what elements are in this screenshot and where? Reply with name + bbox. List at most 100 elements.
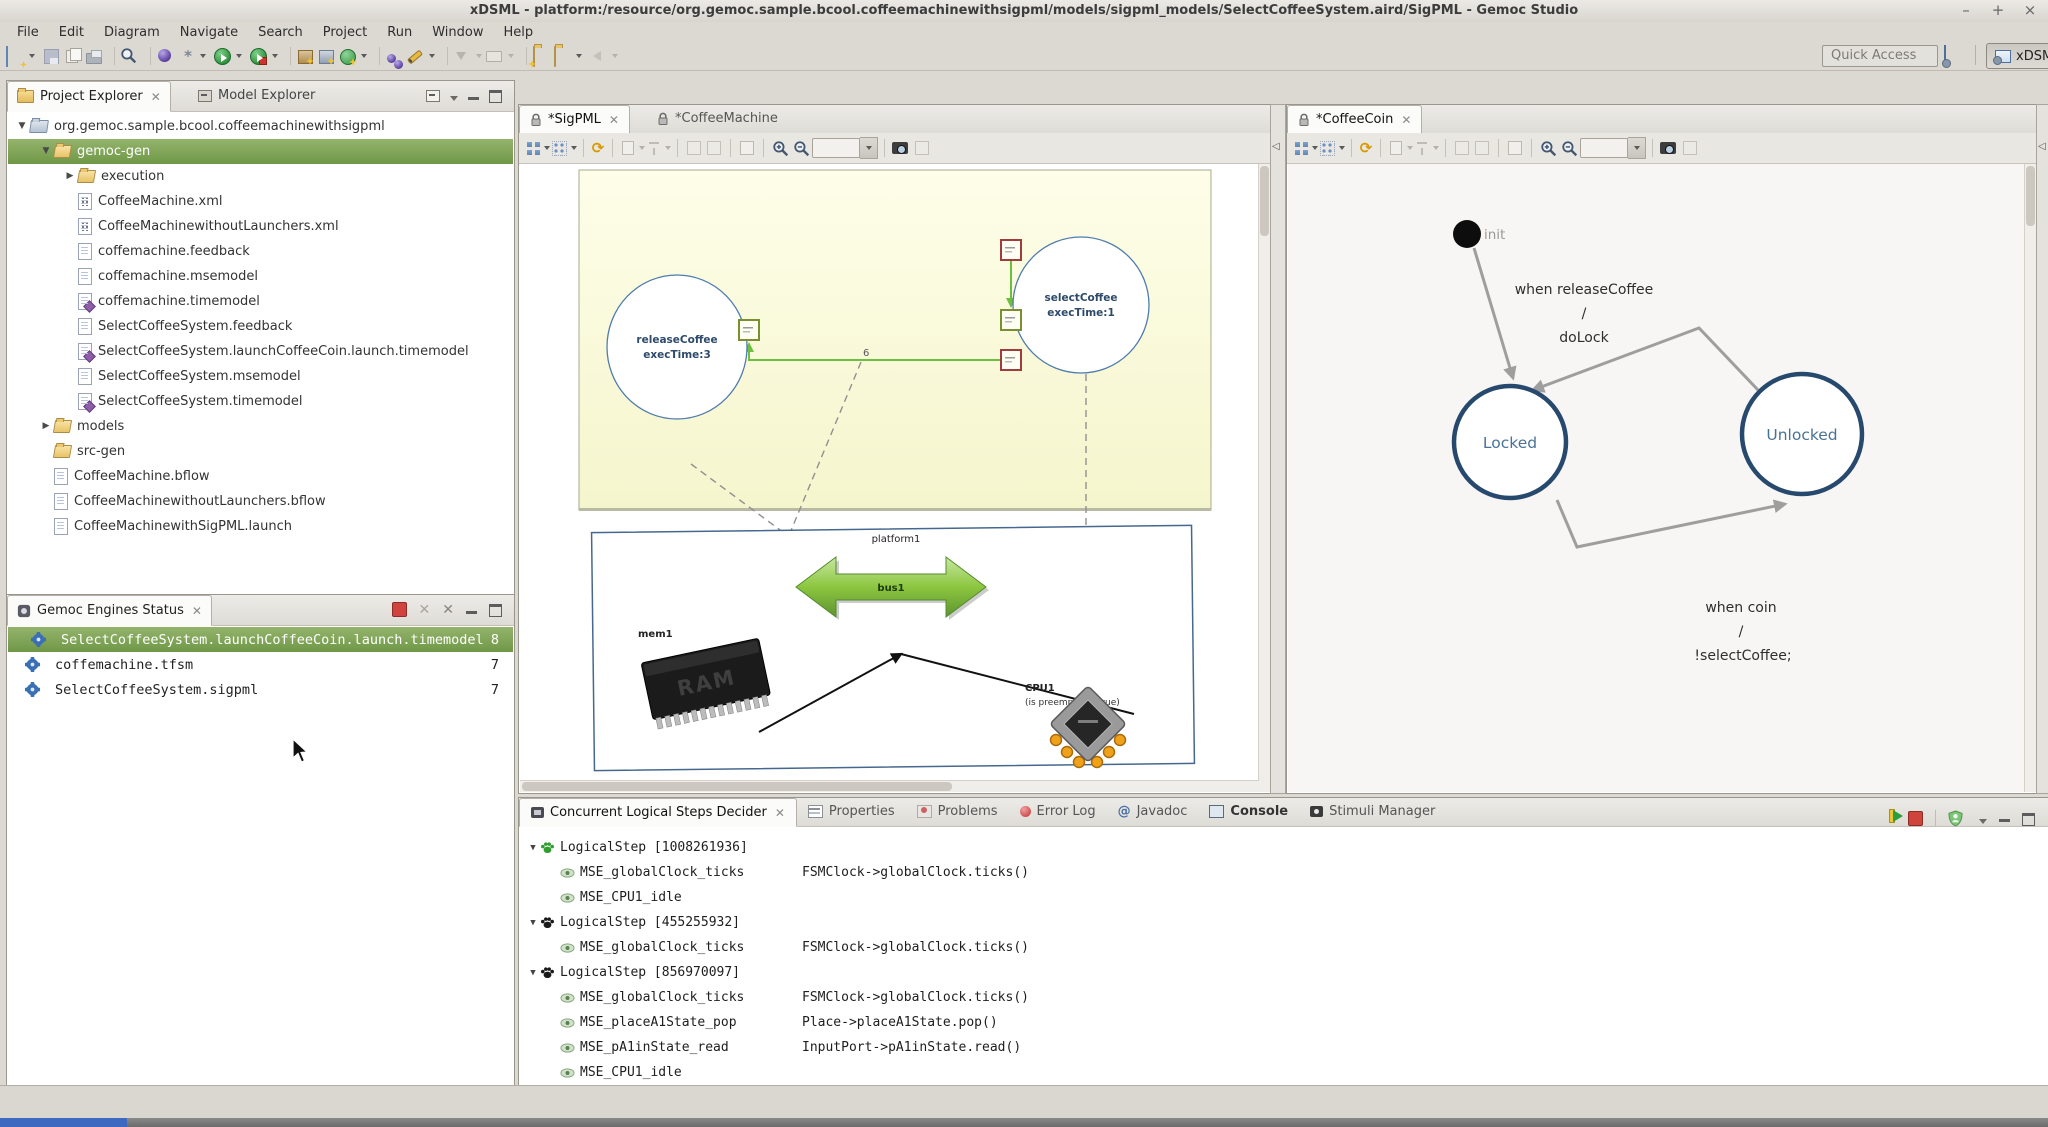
quick-access-input[interactable]: Quick Access	[1822, 45, 1938, 67]
mse-row[interactable]: MSE_pA1inState_readInputPort->pA1inState…	[520, 1035, 729, 1060]
sigpml-canvas[interactable]: 6 releaseCoffee execTime:3 selectCoffee …	[520, 164, 1270, 792]
tab-logical-steps-decider[interactable]: Concurrent Logical Steps Decider ✕	[519, 798, 797, 827]
zoom-out-icon[interactable]	[1561, 140, 1578, 157]
tree-item-bflow1[interactable]: CoffeeMachine.bflow	[8, 464, 513, 489]
tab-sigpml[interactable]: *SigPML ✕	[519, 105, 630, 134]
transition-init-to-locked[interactable]	[1474, 248, 1513, 378]
zoom-in-icon[interactable]	[772, 140, 789, 157]
horizontal-scrollbar[interactable]	[520, 780, 1259, 792]
filters-icon[interactable]	[552, 141, 567, 156]
zoom-level-dropdown[interactable]	[1628, 137, 1646, 159]
tree-item-scs-feedback[interactable]: SelectCoffeeSystem.feedback	[8, 314, 513, 339]
close-icon[interactable]: ✕	[192, 604, 202, 618]
tree-item-gemoc-gen[interactable]: gemoc-gen	[8, 139, 513, 164]
open-perspective-icon[interactable]	[1944, 46, 1962, 64]
tree-item-project-root[interactable]: org.gemoc.sample.bcool.coffeemachinewith…	[8, 114, 513, 139]
tab-javadoc[interactable]: @Javadoc	[1107, 798, 1199, 825]
output-port[interactable]	[1001, 240, 1021, 260]
window-maximize-button[interactable]: +	[1990, 1, 2006, 19]
window-close-button[interactable]: ×	[2022, 1, 2038, 19]
mse-row[interactable]: MSE_globalClock_ticksFSMClock->globalClo…	[520, 860, 744, 885]
layout-dropdown[interactable]	[1312, 146, 1318, 150]
logical-step-row[interactable]: LogicalStep [856970097]	[520, 960, 740, 985]
layout-dropdown[interactable]	[544, 146, 550, 150]
tree-item-scs-launch-timemodel[interactable]: SelectCoffeeSystem.launchCoffeeCoin.laun…	[8, 339, 513, 364]
mse-row[interactable]: MSE_placeA1State_popPlace->placeA1State.…	[520, 1010, 737, 1035]
stop-engine-icon[interactable]	[392, 602, 407, 617]
menu-file[interactable]: File	[8, 24, 48, 41]
coffeecoin-canvas[interactable]: init when releaseCoffee / doLock Locked …	[1288, 164, 2036, 792]
stop-icon[interactable]	[1908, 811, 1923, 826]
menu-search[interactable]: Search	[249, 24, 312, 41]
collapse-all-icon[interactable]	[426, 90, 440, 102]
tab-coffeecoin[interactable]: *CoffeeCoin ✕	[1287, 105, 1422, 134]
logical-step-row[interactable]: LogicalStep [455255932]	[520, 910, 740, 935]
filters-icon[interactable]	[1320, 141, 1335, 156]
engine-row[interactable]: SelectCoffeeSystem.launchCoffeeCoin.laun…	[8, 627, 513, 652]
tree-item-execution[interactable]: execution	[8, 164, 513, 189]
tab-properties[interactable]: Properties	[797, 798, 906, 825]
tab-error-log[interactable]: Error Log	[1009, 798, 1107, 825]
save-all-icon[interactable]	[66, 50, 78, 63]
launch-config-icon[interactable]: *	[181, 47, 195, 65]
menu-project[interactable]: Project	[314, 24, 376, 41]
initial-state[interactable]	[1453, 220, 1481, 248]
menu-edit[interactable]: Edit	[50, 24, 93, 41]
output-port[interactable]	[1001, 350, 1021, 370]
minimize-icon[interactable]	[466, 611, 477, 617]
external-tools-icon[interactable]	[250, 48, 267, 65]
mse-row[interactable]: MSE_CPU1_idle	[520, 885, 682, 910]
zoom-in-icon[interactable]	[1540, 140, 1557, 157]
gemoc-launch-dropdown[interactable]	[361, 54, 367, 58]
vertical-scrollbar[interactable]	[1258, 164, 1270, 792]
close-icon[interactable]: ✕	[1401, 113, 1411, 127]
scrollbar-thumb[interactable]	[1260, 166, 1269, 236]
menu-diagram[interactable]: Diagram	[95, 24, 169, 41]
pencil-dropdown[interactable]	[429, 54, 435, 58]
tab-gemoc-engines-status[interactable]: Gemoc Engines Status ✕	[7, 595, 212, 626]
refresh-icon[interactable]: ⟳	[590, 139, 606, 157]
layout-icon[interactable]	[1295, 142, 1308, 155]
perspective-xdsml-button[interactable]: xDSML	[1986, 43, 2048, 69]
engine-row[interactable]: coffemachine.tfsm7	[8, 652, 513, 677]
export-image-icon[interactable]	[892, 142, 908, 154]
tree-item-models[interactable]: models	[8, 414, 513, 439]
restore-view-icon[interactable]: ◁	[1272, 141, 1280, 152]
zoom-level-input[interactable]	[812, 138, 860, 158]
mse-row[interactable]: MSE_globalClock_ticksFSMClock->globalClo…	[520, 935, 744, 960]
step-forward-icon[interactable]	[1886, 806, 1896, 830]
logical-step-row[interactable]: LogicalStep [1008261936]	[520, 835, 748, 860]
run-icon[interactable]	[214, 48, 231, 65]
tab-project-explorer[interactable]: Project Explorer ✕	[7, 81, 171, 112]
tab-stimuli-manager[interactable]: Stimuli Manager	[1299, 798, 1446, 825]
sirius-sphere2-icon[interactable]	[394, 60, 403, 69]
view-menu-icon[interactable]	[450, 96, 458, 101]
menu-help[interactable]: Help	[494, 24, 542, 41]
menu-window[interactable]: Window	[423, 24, 492, 41]
input-port[interactable]	[739, 320, 759, 340]
tree-item-bflow2[interactable]: CoffeeMachinewithoutLaunchers.bflow	[8, 489, 513, 514]
minimize-icon[interactable]	[468, 97, 479, 103]
menu-navigate[interactable]: Navigate	[171, 24, 247, 41]
maximize-icon[interactable]	[489, 604, 502, 617]
run-dropdown[interactable]	[236, 54, 242, 58]
tree-item-coffeemachine-xml[interactable]: CoffeeMachine.xml	[8, 189, 513, 214]
export-image-icon[interactable]	[1660, 142, 1676, 154]
tree-item-launch[interactable]: CoffeeMachinewithSigPML.launch	[8, 514, 513, 539]
refresh-icon[interactable]: ⟳	[1358, 139, 1374, 157]
tree-item-feedback[interactable]: coffemachine.feedback	[8, 239, 513, 264]
filters-dropdown[interactable]	[571, 146, 577, 150]
minimize-icon[interactable]	[1999, 819, 2010, 825]
pencil-icon[interactable]	[407, 50, 423, 65]
gemoc-animator-icon[interactable]	[319, 50, 334, 64]
zoom-out-icon[interactable]	[793, 140, 810, 157]
shield-icon[interactable]	[1948, 810, 1963, 827]
print-icon[interactable]	[86, 53, 102, 64]
dispose-engine-icon[interactable]: ✕	[419, 603, 431, 617]
restore-view-icon[interactable]: ◁	[2038, 141, 2046, 152]
tab-model-explorer[interactable]: Model Explorer	[189, 81, 324, 110]
tree-item-scs-timemodel[interactable]: SelectCoffeeSystem.timemodel	[8, 389, 513, 414]
external-tools-dropdown[interactable]	[272, 54, 278, 58]
open-element-icon[interactable]	[533, 46, 535, 67]
tree-item-scs-msemodel[interactable]: SelectCoffeeSystem.msemodel	[8, 364, 513, 389]
